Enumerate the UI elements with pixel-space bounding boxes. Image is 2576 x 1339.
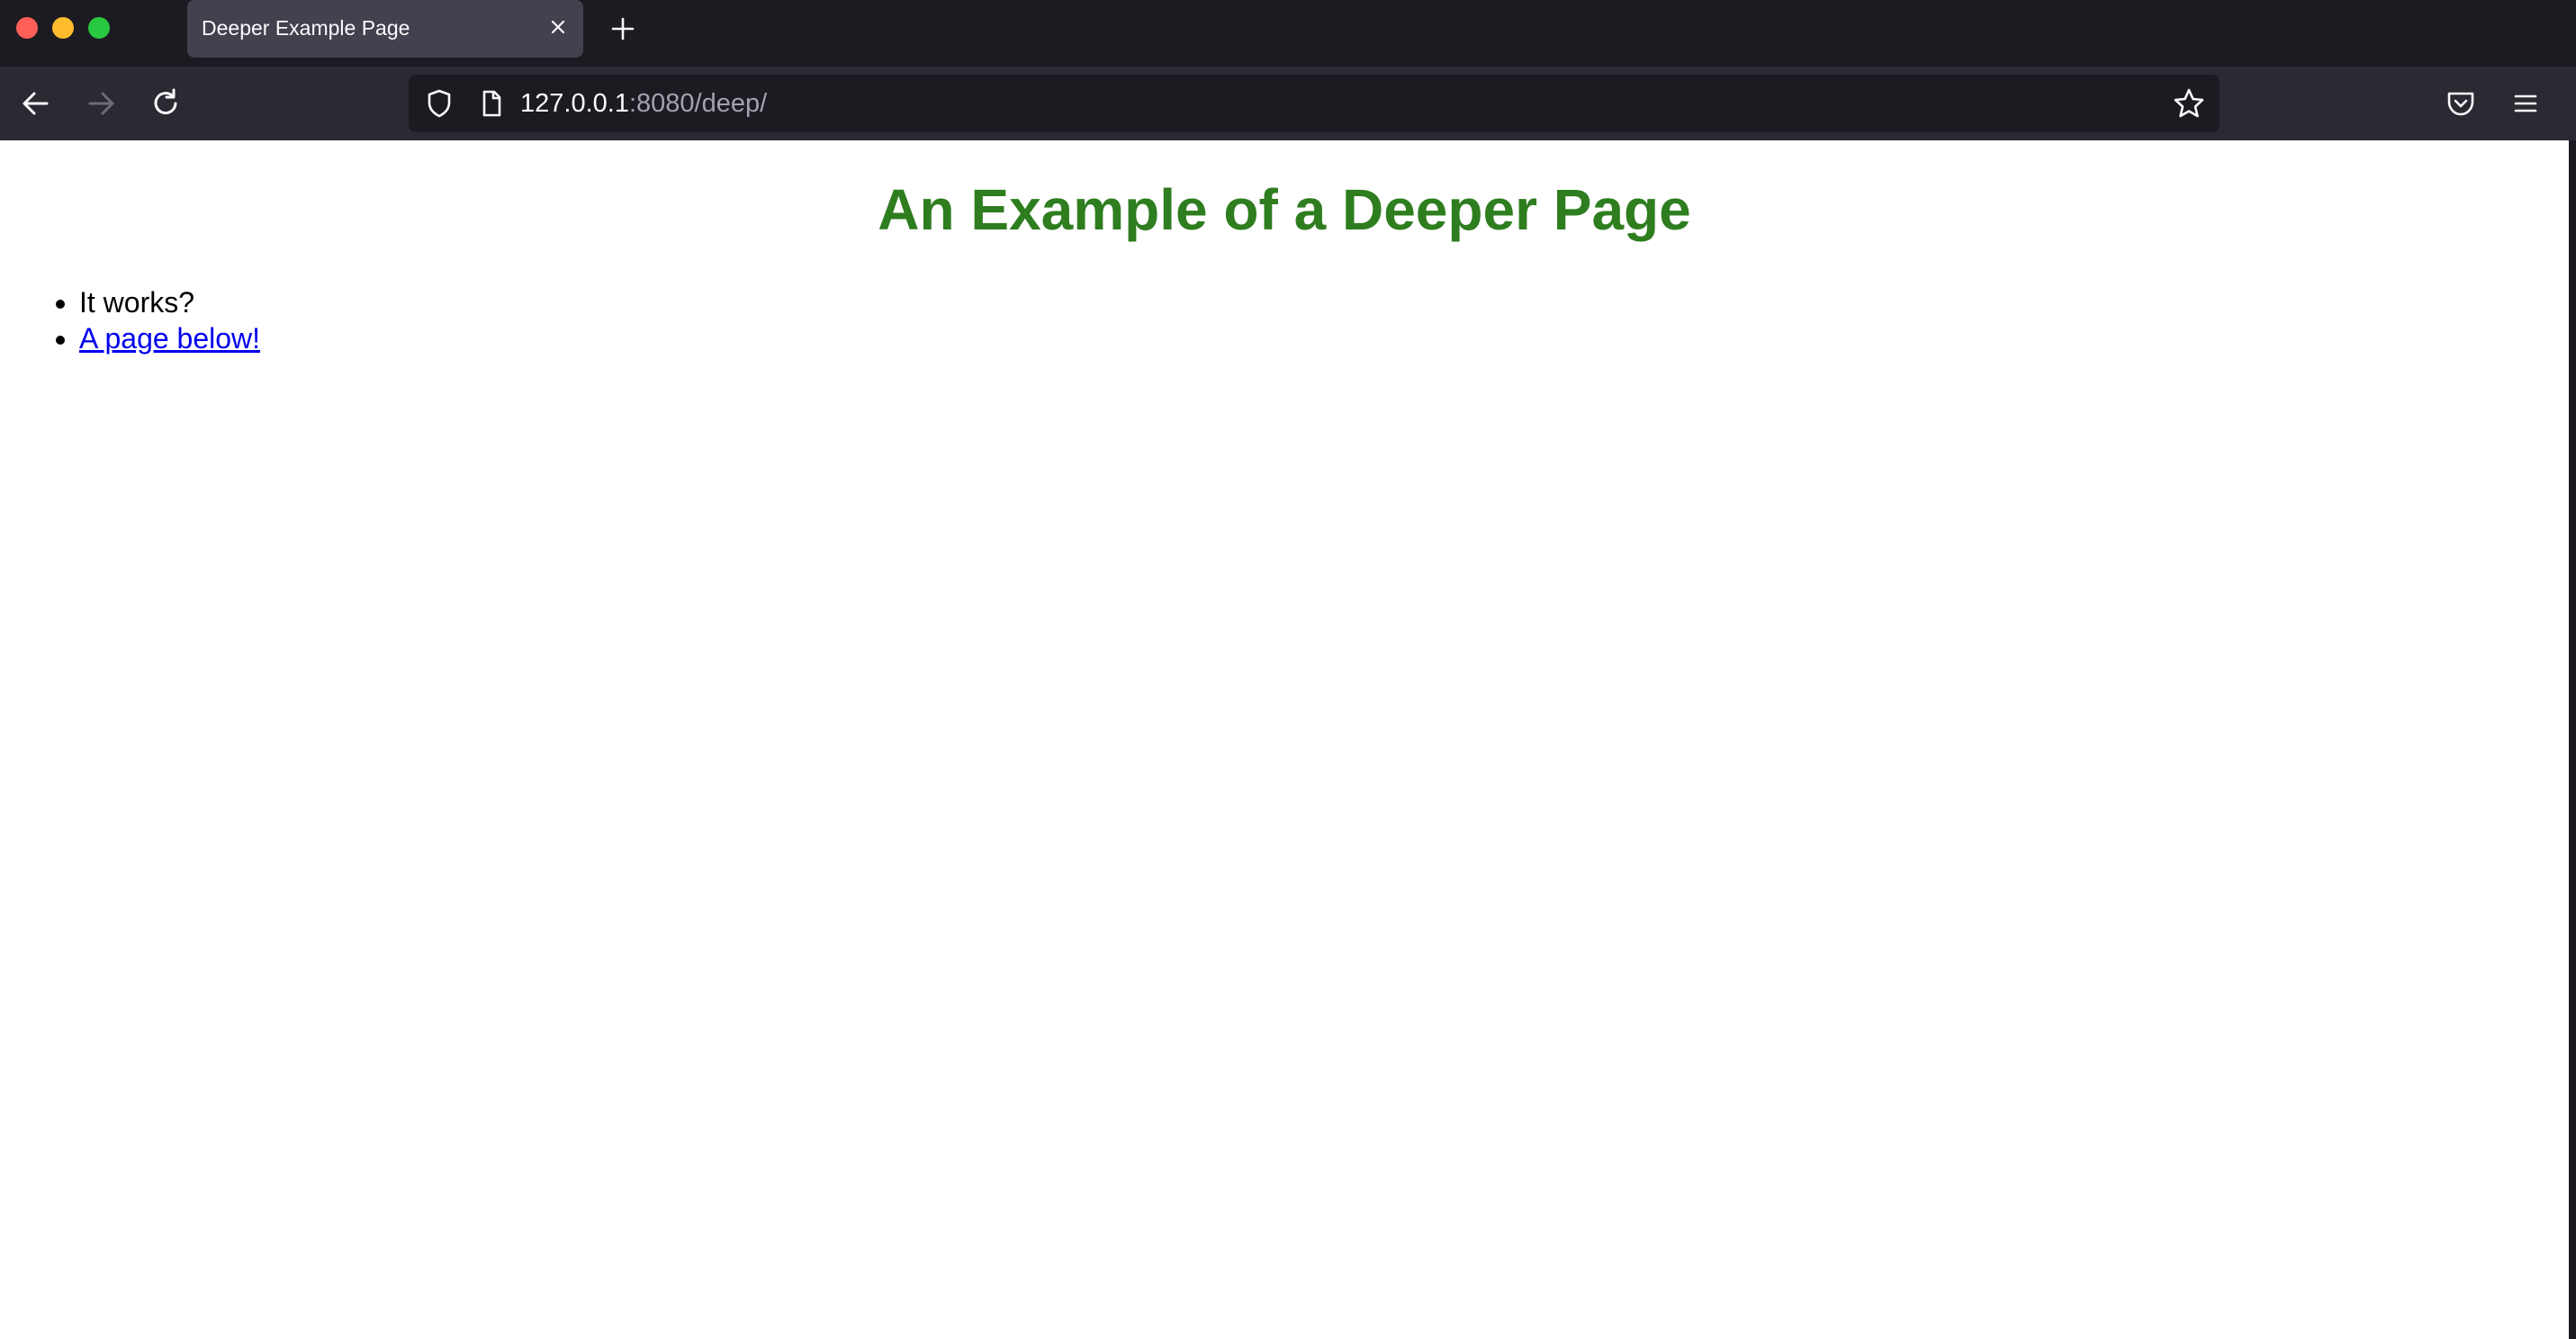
window-minimize-button[interactable] [52,17,74,39]
tab-active[interactable]: Deeper Example Page [187,0,583,58]
page-content: An Example of a Deeper Page It works? A … [0,140,2569,1339]
list-item: A page below! [79,320,260,356]
star-icon[interactable] [2171,85,2207,121]
plus-icon[interactable] [608,14,637,43]
navigation-toolbar: 127.0.0.1:8080/deep/ [0,67,2576,140]
pocket-icon[interactable] [2443,85,2479,121]
url-path: :8080/deep/ [628,89,768,118]
page-icon[interactable] [473,85,509,121]
shield-icon[interactable] [421,85,457,121]
window-maximize-button[interactable] [88,17,110,39]
hamburger-menu-icon[interactable] [2508,85,2544,121]
page-title: An Example of a Deeper Page [878,177,1691,242]
list-item: It works? [79,284,260,320]
list-item-text: It works? [79,286,195,319]
close-icon[interactable] [545,14,571,40]
address-bar[interactable]: 127.0.0.1:8080/deep/ [409,75,2220,132]
url-text[interactable]: 127.0.0.1:8080/deep/ [520,89,767,119]
scrollbar-gutter [2569,140,2576,1339]
tab-title: Deeper Example Page [202,16,410,40]
window-close-button[interactable] [16,17,38,39]
browser-window: Deeper Example Page 127.0.0.1:8080/deep/… [0,0,2576,1339]
forward-arrow-icon[interactable] [81,84,121,123]
tab-strip: Deeper Example Page [0,0,2576,67]
item-list: It works? A page below! [0,284,260,356]
reload-icon[interactable] [146,84,185,123]
url-host: 127.0.0.1 [520,89,629,118]
page-below-link[interactable]: A page below! [79,322,260,355]
back-arrow-icon[interactable] [16,84,56,123]
